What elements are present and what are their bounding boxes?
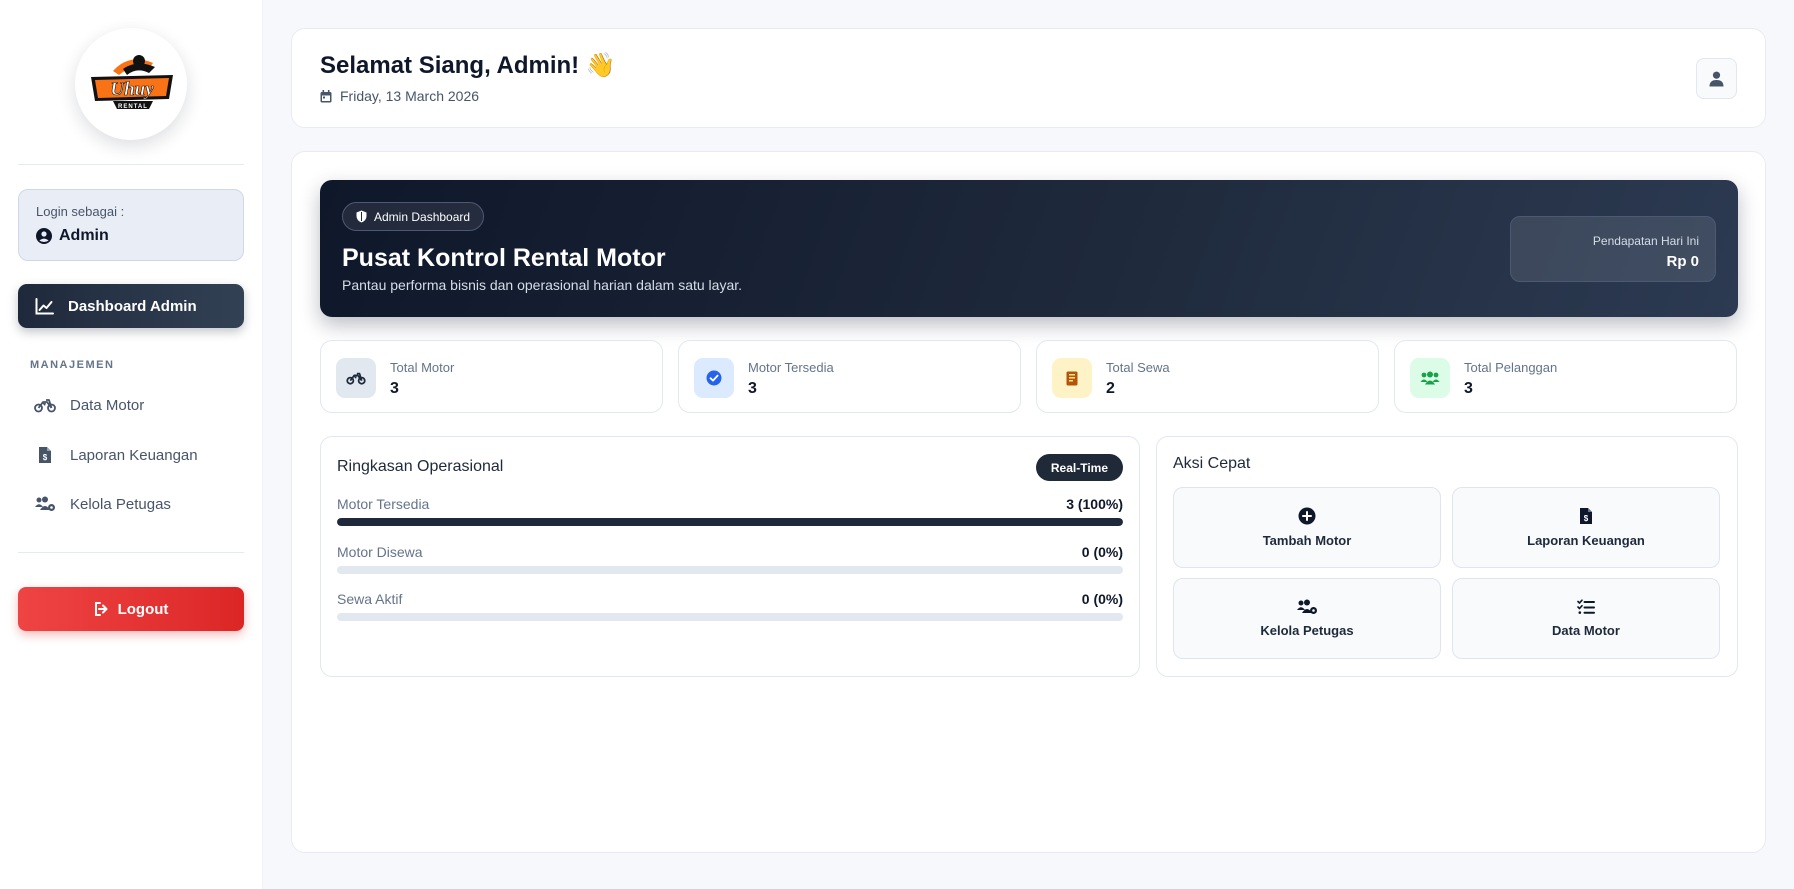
page-title: Selamat Siang, Admin! 👋	[320, 52, 616, 79]
sidebar-item-dashboard[interactable]: Dashboard Admin	[18, 284, 244, 328]
sidebar: Uhuy RENTAL Login sebagai : Admin Dashbo…	[0, 0, 263, 889]
plus-circle-icon	[1298, 507, 1316, 525]
progress-track	[337, 566, 1123, 574]
stat-card-total-motor: Total Motor 3	[320, 340, 663, 413]
login-username: Admin	[59, 227, 109, 244]
quick-action-kelola-petugas[interactable]: Kelola Petugas	[1173, 578, 1441, 659]
stat-label: Total Sewa	[1106, 360, 1170, 375]
card-title: Ringkasan Operasional	[337, 458, 504, 475]
stat-label: Total Pelanggan	[1464, 360, 1558, 375]
user-profile-button[interactable]	[1696, 58, 1737, 99]
stat-value: 3	[390, 380, 399, 397]
summary-row-value: 3 (100%)	[1066, 496, 1123, 512]
sidebar-item-kelola-petugas[interactable]: Kelola Petugas	[18, 484, 244, 524]
quick-action-label: Tambah Motor	[1262, 533, 1352, 548]
login-user: Admin	[36, 227, 226, 245]
realtime-badge: Real-Time	[1035, 454, 1123, 481]
quick-action-laporan-keuangan[interactable]: $ Laporan Keuangan	[1452, 487, 1720, 568]
invoice-icon: $	[1580, 508, 1592, 524]
motorcycle-icon	[336, 358, 376, 398]
invoice-icon: $	[34, 446, 56, 464]
sidebar-item-label: Data Motor	[70, 396, 145, 414]
current-date-text: Friday, 13 March 2026	[340, 88, 480, 104]
stat-value: 2	[1106, 380, 1115, 397]
sidebar-divider	[18, 552, 244, 553]
quick-action-label: Data Motor	[1552, 623, 1620, 638]
brand-logo[interactable]: Uhuy RENTAL	[75, 28, 187, 140]
brand-logo-subtext: RENTAL	[118, 104, 148, 110]
summary-row-label: Motor Disewa	[337, 544, 423, 560]
quick-actions-card: Aksi Cepat Tambah Motor $ Laporan Keuang…	[1156, 436, 1738, 677]
book-icon	[1052, 358, 1092, 398]
calendar-icon	[320, 89, 332, 102]
operational-summary-card: Ringkasan Operasional Real-Time Motor Te…	[320, 436, 1140, 677]
svg-text:$: $	[1584, 514, 1589, 523]
sidebar-item-label: Kelola Petugas	[70, 495, 171, 513]
summary-row-value: 0 (0%)	[1081, 544, 1123, 560]
stat-label: Motor Tersedia	[748, 360, 834, 375]
hero-subtitle: Pantau performa bisnis dan operasional h…	[342, 277, 743, 293]
check-circle-icon	[694, 358, 734, 398]
logout-icon	[94, 602, 108, 616]
shield-icon	[356, 210, 367, 223]
sidebar-item-data-motor[interactable]: Data Motor	[18, 385, 244, 425]
motorcycle-icon	[34, 397, 56, 413]
summary-row: Sewa Aktif 0 (0%)	[337, 591, 1123, 621]
progress-fill	[337, 518, 1123, 526]
summary-row-label: Motor Tersedia	[337, 496, 430, 512]
brand-logo-text: Uhuy	[110, 79, 154, 100]
progress-track	[337, 613, 1123, 621]
quick-action-tambah-motor[interactable]: Tambah Motor	[1173, 487, 1441, 568]
user-circle-icon	[36, 228, 52, 244]
sidebar-divider	[18, 164, 244, 165]
login-label: Login sebagai :	[36, 204, 125, 219]
summary-row-value: 0 (0%)	[1081, 591, 1123, 607]
revenue-today-card: Pendapatan Hari Ini Rp 0	[1510, 216, 1716, 282]
stat-value: 3	[1464, 380, 1473, 397]
quick-action-label: Laporan Keuangan	[1527, 533, 1645, 548]
logout-button[interactable]: Logout	[18, 587, 244, 631]
sidebar-item-laporan-keuangan[interactable]: $ Laporan Keuangan	[18, 435, 244, 475]
brand-logo-icon: Uhuy RENTAL	[91, 55, 173, 110]
hero-title: Pusat Kontrol Rental Motor	[342, 244, 666, 272]
stat-card-motor-tersedia: Motor Tersedia 3	[678, 340, 1021, 413]
stat-card-total-pelanggan: Total Pelanggan 3	[1394, 340, 1737, 413]
stat-value: 3	[748, 380, 757, 397]
sidebar-item-label: Laporan Keuangan	[70, 446, 198, 464]
progress-track	[337, 518, 1123, 526]
card-title: Aksi Cepat	[1173, 455, 1251, 472]
revenue-value: Rp 0	[1666, 253, 1699, 270]
stat-card-total-sewa: Total Sewa 2	[1036, 340, 1379, 413]
chart-line-icon	[35, 297, 54, 314]
page-header: Selamat Siang, Admin! 👋 Friday, 13 March…	[291, 28, 1766, 128]
summary-row: Motor Disewa 0 (0%)	[337, 544, 1123, 574]
sidebar-section-label: MANAJEMEN	[30, 359, 115, 371]
users-gear-icon	[34, 496, 56, 512]
quick-action-data-motor[interactable]: Data Motor	[1452, 578, 1720, 659]
summary-row-label: Sewa Aktif	[337, 591, 403, 607]
current-date: Friday, 13 March 2026	[320, 88, 479, 104]
badge-label: Admin Dashboard	[374, 209, 471, 224]
revenue-label: Pendapatan Hari Ini	[1592, 234, 1699, 248]
main-panel: Admin Dashboard Pusat Kontrol Rental Mot…	[291, 151, 1766, 853]
list-check-icon	[1577, 599, 1595, 614]
hero-banner: Admin Dashboard Pusat Kontrol Rental Mot…	[320, 180, 1738, 317]
admin-dashboard-badge: Admin Dashboard	[342, 202, 485, 231]
summary-row: Motor Tersedia 3 (100%)	[337, 496, 1123, 526]
quick-action-label: Kelola Petugas	[1260, 623, 1354, 638]
sidebar-item-label: Dashboard Admin	[68, 297, 197, 315]
users-gear-icon	[1297, 599, 1317, 614]
stat-label: Total Motor	[390, 360, 455, 375]
login-info: Login sebagai : Admin	[18, 189, 244, 261]
users-icon	[1410, 358, 1450, 398]
user-icon	[1709, 71, 1724, 86]
logout-label: Logout	[117, 600, 169, 618]
svg-text:$: $	[43, 453, 48, 462]
